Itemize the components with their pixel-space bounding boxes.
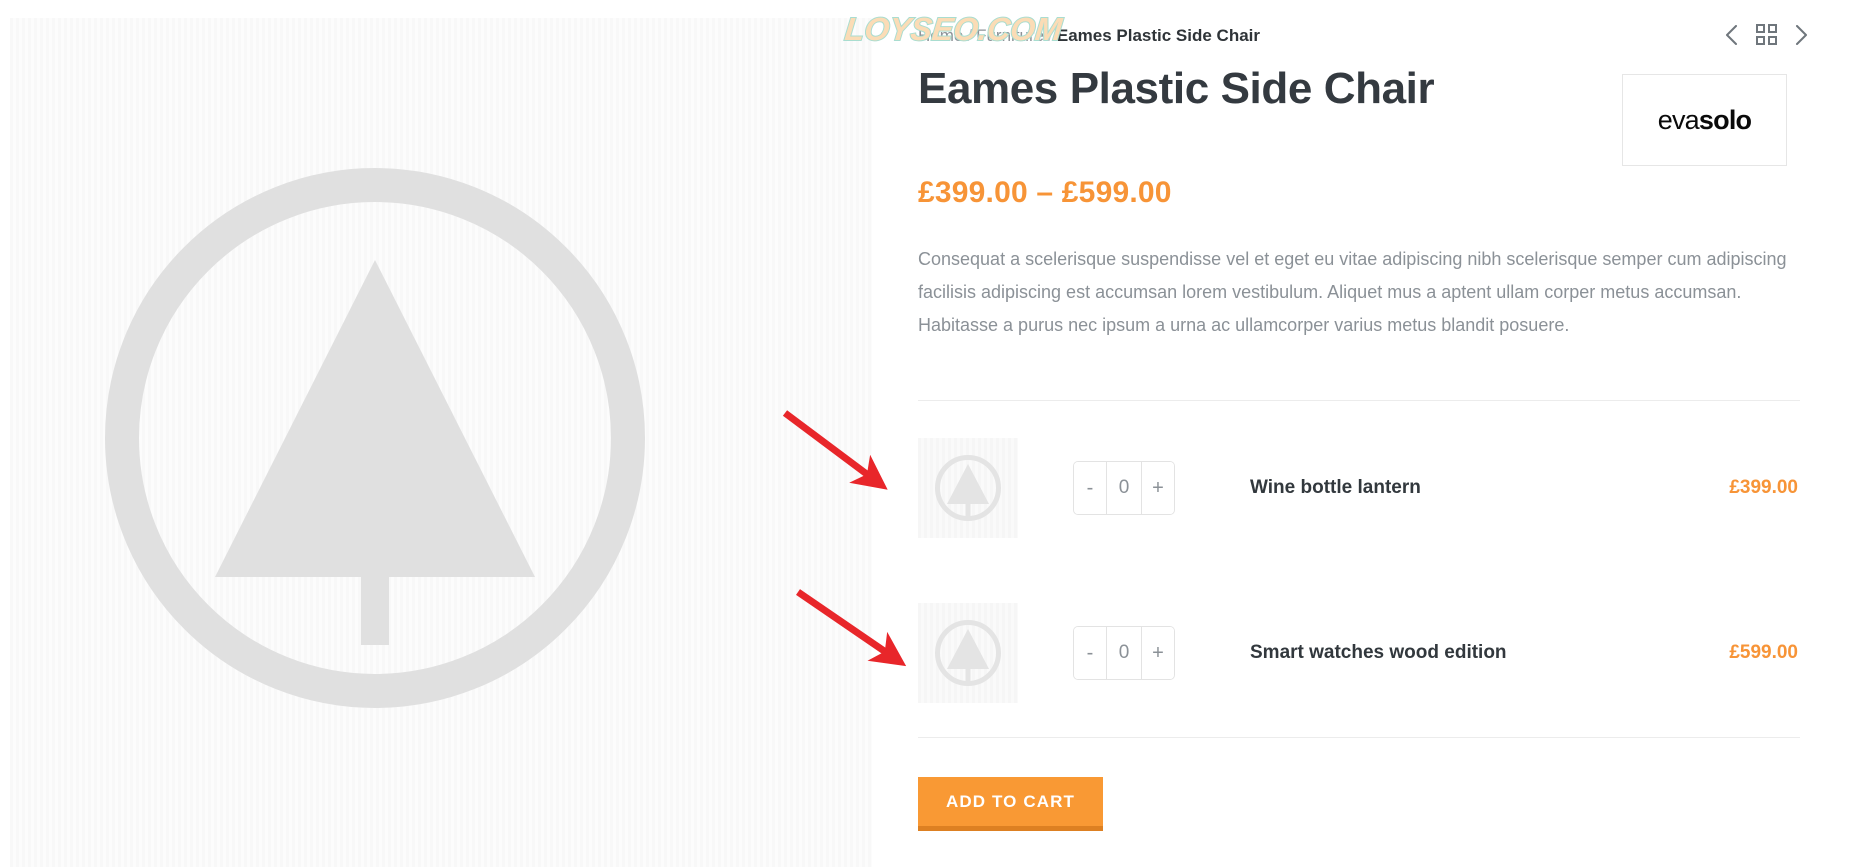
quantity-input[interactable]: 0 [1106,462,1142,514]
product-image-placeholder [105,168,645,708]
brand-logo-box[interactable]: evasolo [1622,74,1787,166]
quantity-input[interactable]: 0 [1106,627,1142,679]
grid-cell [1756,36,1765,45]
placeholder-tree-icon [215,260,535,577]
table-row: - 0 + Wine bottle lantern £399.00 [918,427,1800,549]
brand-logo-light: eva [1657,104,1700,135]
add-to-cart-button[interactable]: ADD TO CART [918,777,1103,831]
grid-cell [1768,36,1777,45]
product-detail-page: LOYSEO.COM Home / Furniture / Eames Plastic … [0,0,1876,867]
placeholder-tree-icon [947,629,989,669]
quantity-stepper[interactable]: - 0 + [1073,626,1175,680]
product-price: £399.00 [1729,477,1798,498]
product-name[interactable]: Wine bottle lantern [1250,477,1729,499]
product-description: Consequat a scelerisque suspendisse vel … [918,249,1787,335]
placeholder-tree-icon [947,464,989,504]
divider-top [918,400,1800,401]
product-thumbnail[interactable] [918,438,1018,538]
quantity-increment-button[interactable]: + [1142,462,1174,514]
quantity-decrement-button[interactable]: - [1074,627,1106,679]
watermark: LOYSEO.COM [842,10,1065,48]
previous-product-icon[interactable] [1725,24,1738,45]
table-row: - 0 + Smart watches wood edition £599.00 [918,592,1800,714]
grid-cell [1756,24,1765,33]
product-name[interactable]: Smart watches wood edition [1250,642,1729,664]
brand-logo: evasolo [1657,104,1752,136]
next-product-icon[interactable] [1795,24,1808,45]
price-range: £399.00 – £599.00 [918,176,1172,209]
grid-view-icon[interactable] [1756,24,1777,45]
breadcrumb-item-current: Eames Plastic Side Chair [1056,26,1261,45]
product-thumbnail[interactable] [918,603,1018,703]
placeholder-tree-trunk-icon [361,573,389,645]
quantity-increment-button[interactable]: + [1142,627,1174,679]
product-price: £599.00 [1729,642,1798,663]
product-gallery[interactable] [10,18,872,867]
quantity-decrement-button[interactable]: - [1074,462,1106,514]
product-navigation [1725,24,1808,45]
divider-bottom [918,737,1800,738]
placeholder-tree-trunk-icon [965,504,971,516]
grid-cell [1768,24,1777,33]
brand-logo-bold: solo [1698,104,1752,135]
placeholder-tree-trunk-icon [965,669,971,681]
quantity-stepper[interactable]: - 0 + [1073,461,1175,515]
page-title: Eames Plastic Side Chair [918,64,1435,113]
